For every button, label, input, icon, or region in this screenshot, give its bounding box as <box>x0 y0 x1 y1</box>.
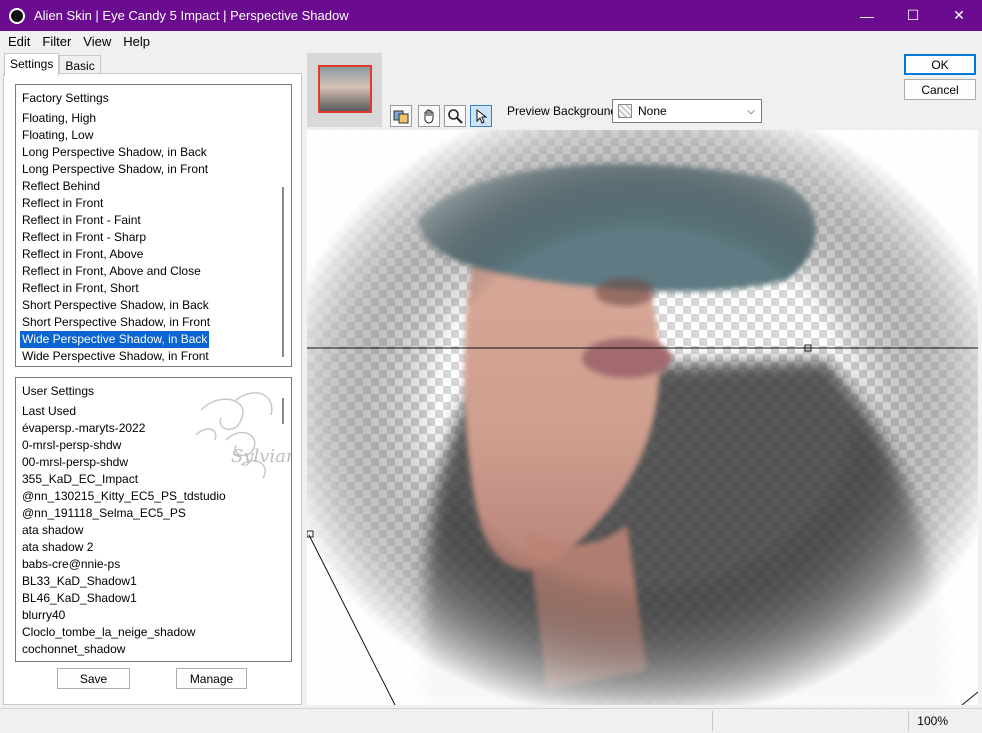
preview-canvas[interactable] <box>307 130 978 705</box>
window-title: Alien Skin | Eye Candy 5 Impact | Perspe… <box>34 8 349 23</box>
factory-scrollbar[interactable] <box>282 187 284 357</box>
navigator-thumbnail[interactable] <box>318 65 372 113</box>
user-item[interactable]: cochonnet_shadow <box>20 641 228 658</box>
save-button[interactable]: Save <box>57 668 130 689</box>
factory-item[interactable]: Reflect in Front, Above and Close <box>20 263 212 280</box>
pointer-icon[interactable] <box>470 105 492 127</box>
user-item[interactable]: babs-cre@nnie-ps <box>20 556 228 573</box>
compare-icon[interactable] <box>390 105 412 127</box>
factory-item[interactable]: Floating, Low <box>20 127 212 144</box>
factory-item[interactable]: Reflect Behind <box>20 178 212 195</box>
factory-item[interactable]: Long Perspective Shadow, in Back <box>20 144 212 161</box>
manage-button[interactable]: Manage <box>176 668 247 689</box>
factory-item[interactable]: Short Perspective Shadow, in Back <box>20 297 212 314</box>
transparency-swatch-icon <box>618 104 632 118</box>
menu-bar: Edit Filter View Help <box>0 31 982 51</box>
status-bar: 100% <box>0 708 982 733</box>
user-item[interactable]: @nn_191118_Selma_EC5_PS <box>20 505 228 522</box>
factory-item[interactable]: Reflect in Front <box>20 195 212 212</box>
user-settings-header: User Settings <box>22 384 95 398</box>
factory-item[interactable]: Reflect in Front - Sharp <box>20 229 212 246</box>
factory-item[interactable]: Wide Perspective Shadow, in Back <box>20 331 210 348</box>
app-icon <box>9 7 25 24</box>
factory-item[interactable]: Reflect in Front, Short <box>20 280 212 297</box>
factory-settings-header: Factory Settings <box>22 91 109 105</box>
title-bar: Alien Skin | Eye Candy 5 Impact | Perspe… <box>0 0 982 31</box>
user-settings-list[interactable]: User Settings Last Used évapersp.-maryts-… <box>15 377 292 662</box>
chevron-down-icon: ⌵ <box>747 105 755 117</box>
factory-item[interactable]: Floating, High <box>20 110 212 127</box>
watermark-ornament: Sylviane <box>195 392 291 479</box>
factory-item[interactable]: Wide Perspective Shadow, in Front <box>20 348 212 365</box>
factory-settings-list[interactable]: Factory Settings Floating, High Floating,… <box>15 84 292 367</box>
zoom-icon[interactable] <box>444 105 466 127</box>
menu-view[interactable]: View <box>77 34 117 49</box>
preview-background-select[interactable]: None ⌵ <box>612 99 762 123</box>
factory-item[interactable]: Short Perspective Shadow, in Front <box>20 314 212 331</box>
tab-settings[interactable]: Settings <box>4 53 60 76</box>
cancel-button[interactable]: Cancel <box>904 79 976 100</box>
factory-item[interactable]: Reflect in Front, Above <box>20 246 212 263</box>
preview-image <box>307 130 978 705</box>
user-item[interactable]: BL46_KaD_Shadow1 <box>20 590 228 607</box>
user-item[interactable]: Cloclo_tombe_la_neige_shadow <box>20 624 228 641</box>
user-item[interactable]: ata shadow <box>20 522 228 539</box>
preview-background-value: None <box>638 104 667 118</box>
preview-background-label: Preview Background: <box>507 104 621 118</box>
menu-edit[interactable]: Edit <box>2 34 36 49</box>
minimize-button[interactable]: — <box>844 0 890 31</box>
hand-icon[interactable] <box>418 105 440 127</box>
maximize-button[interactable]: ☐ <box>890 0 936 31</box>
watermark-text: Sylviane <box>231 446 291 467</box>
zoom-level: 100% <box>917 714 948 728</box>
ok-button[interactable]: OK <box>904 54 976 75</box>
menu-filter[interactable]: Filter <box>36 34 77 49</box>
factory-item[interactable]: Reflect in Front - Faint <box>20 212 212 229</box>
user-item[interactable]: blurry40 <box>20 607 228 624</box>
user-item[interactable]: ata shadow 2 <box>20 539 228 556</box>
menu-help[interactable]: Help <box>117 34 156 49</box>
user-item[interactable]: BL33_KaD_Shadow1 <box>20 573 228 590</box>
factory-item[interactable]: Long Perspective Shadow, in Front <box>20 161 212 178</box>
close-button[interactable]: ✕ <box>936 0 982 31</box>
